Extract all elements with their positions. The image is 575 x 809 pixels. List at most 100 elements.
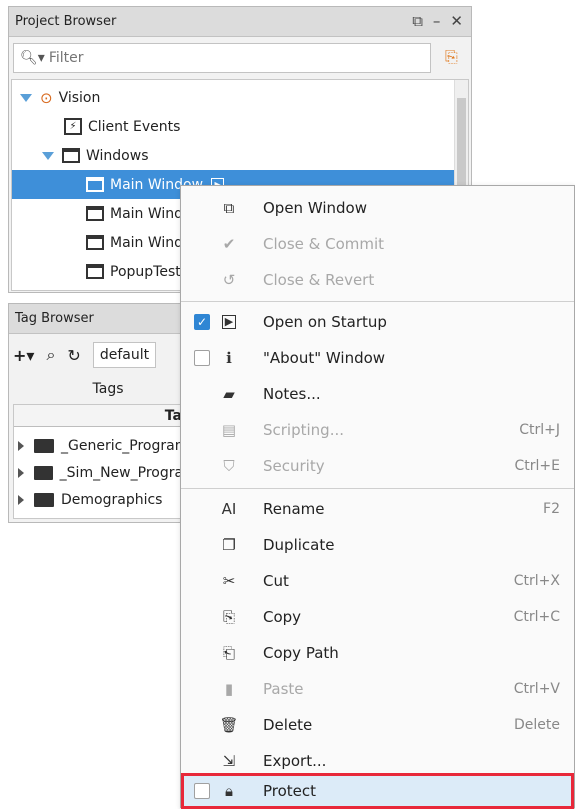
lock-icon: 🔒︎ bbox=[225, 782, 233, 800]
tag-browser-titlebar: Tag Browser bbox=[9, 304, 207, 334]
window-icon bbox=[86, 264, 104, 279]
tag-folder-label: Demographics bbox=[61, 491, 163, 508]
rename-icon: AI bbox=[221, 500, 237, 518]
menu-shortcut: Delete bbox=[514, 717, 560, 733]
menu-item-rename[interactable]: AI Rename F2 bbox=[181, 491, 574, 527]
tag-folder-label: _Generic_Programs bbox=[61, 437, 196, 454]
menu-item-cut[interactable]: ✂ Cut Ctrl+X bbox=[181, 563, 574, 599]
window-folder-icon bbox=[62, 148, 80, 163]
revert-icon: ↺ bbox=[222, 271, 236, 289]
shield-icon: ⛉ bbox=[223, 457, 235, 475]
close-icon[interactable]: ✕ bbox=[450, 12, 463, 30]
info-icon: ℹ bbox=[226, 349, 232, 367]
menu-label: Security bbox=[263, 457, 325, 475]
menu-item-duplicate[interactable]: ❐ Duplicate bbox=[181, 527, 574, 563]
tag-folder-sim-new-programs[interactable]: _Sim_New_Programs bbox=[14, 458, 204, 487]
client-events-icon: ⚡ bbox=[64, 118, 82, 135]
project-browser-titlebar: Project Browser ⧉ – ✕ bbox=[9, 7, 471, 37]
menu-label: Copy Path bbox=[263, 644, 339, 662]
menu-label: Open on Startup bbox=[263, 313, 387, 331]
minimize-icon[interactable]: – bbox=[433, 12, 441, 30]
open-window-icon: ⧉ bbox=[223, 199, 235, 217]
search-icon[interactable]: ⌕ bbox=[46, 345, 55, 365]
paste-icon: ▮ bbox=[224, 680, 234, 698]
menu-item-close-commit[interactable]: ✔ Close & Commit bbox=[181, 226, 574, 262]
menu-item-open-window[interactable]: ⧉ Open Window bbox=[181, 190, 574, 226]
menu-label: Copy bbox=[263, 608, 302, 626]
search-icon[interactable]: 🔍︎▾ bbox=[20, 50, 45, 66]
menu-label: Cut bbox=[263, 572, 289, 590]
folder-icon bbox=[34, 465, 53, 480]
scrollbar-thumb[interactable] bbox=[457, 98, 466, 190]
scissors-icon: ✂ bbox=[222, 572, 236, 590]
tree-label: Windows bbox=[86, 147, 149, 164]
copy-icon: ⎘ bbox=[222, 608, 235, 626]
tag-column-header[interactable]: Tag bbox=[14, 405, 204, 427]
float-icon[interactable]: ⧉ bbox=[412, 12, 423, 30]
tag-folder-demographics[interactable]: Demographics bbox=[14, 485, 204, 514]
link-icon[interactable]: ⎘ bbox=[445, 47, 458, 67]
menu-item-notes[interactable]: ▰ Notes... bbox=[181, 376, 574, 412]
export-icon: ⇲ bbox=[222, 752, 236, 770]
menu-label: "About" Window bbox=[263, 349, 386, 367]
refresh-icon[interactable]: ↻ bbox=[67, 346, 80, 365]
startup-checkbox[interactable]: ✓ bbox=[194, 314, 210, 330]
menu-shortcut: Ctrl+J bbox=[519, 422, 560, 438]
tree-label: Vision bbox=[58, 89, 101, 106]
menu-shortcut: Ctrl+V bbox=[513, 681, 560, 697]
tree-item-client-events[interactable]: ⚡ Client Events bbox=[12, 112, 468, 141]
trash-icon: 🗑︎ bbox=[219, 716, 239, 734]
menu-item-about-window[interactable]: ℹ "About" Window bbox=[181, 340, 574, 376]
menu-item-copy[interactable]: ⎘ Copy Ctrl+C bbox=[181, 599, 574, 635]
menu-label: Open Window bbox=[263, 199, 367, 217]
protect-checkbox[interactable] bbox=[194, 783, 210, 799]
check-circle-icon: ✔ bbox=[222, 235, 236, 253]
menu-shortcut: Ctrl+X bbox=[513, 573, 560, 589]
duplicate-icon: ❐ bbox=[222, 536, 236, 554]
tree-item-windows[interactable]: Windows bbox=[12, 141, 468, 170]
menu-item-protect[interactable]: 🔒︎ Protect bbox=[181, 773, 574, 809]
menu-shortcut: Ctrl+E bbox=[514, 458, 561, 474]
menu-label: Export... bbox=[263, 752, 327, 770]
about-window-checkbox[interactable] bbox=[194, 350, 210, 366]
menu-label: Close & Revert bbox=[263, 271, 375, 289]
filter-bar: 🔍︎▾ bbox=[13, 43, 431, 73]
menu-item-paste[interactable]: ▮ Paste Ctrl+V bbox=[181, 671, 574, 707]
provider-select[interactable]: default bbox=[92, 342, 157, 368]
menu-item-scripting[interactable]: ▤ Scripting... Ctrl+J bbox=[181, 412, 574, 448]
menu-item-copy-path[interactable]: ⎗ Copy Path bbox=[181, 635, 574, 671]
project-browser-title: Project Browser bbox=[15, 14, 117, 29]
menu-label: Protect bbox=[263, 782, 317, 800]
tags-tab[interactable]: Tags bbox=[13, 376, 203, 402]
tree-label: PopupTest bbox=[110, 263, 181, 280]
tag-table: Tag _Generic_Programs _Sim_New_Programs … bbox=[13, 404, 205, 519]
menu-item-delete[interactable]: 🗑︎ Delete Delete bbox=[181, 707, 574, 743]
expand-arrow-icon[interactable] bbox=[18, 467, 24, 478]
add-icon[interactable]: +▾ bbox=[13, 346, 34, 365]
expand-arrow-icon[interactable] bbox=[18, 494, 24, 505]
context-menu: ⧉ Open Window ✔ Close & Commit ↺ Close &… bbox=[180, 185, 575, 809]
window-icon bbox=[86, 206, 104, 221]
folder-icon bbox=[34, 438, 54, 453]
filter-input[interactable] bbox=[48, 50, 409, 66]
expand-arrow-icon[interactable] bbox=[42, 151, 54, 160]
expand-arrow-icon[interactable] bbox=[18, 440, 24, 451]
tag-browser-panel: Tag Browser +▾ ⌕ ↻ default Tags Tag _Gen… bbox=[8, 303, 208, 523]
menu-label: Close & Commit bbox=[263, 235, 385, 253]
menu-label: Paste bbox=[263, 680, 304, 698]
tag-folder-generic-programs[interactable]: _Generic_Programs bbox=[14, 431, 204, 460]
menu-shortcut: F2 bbox=[543, 501, 560, 517]
menu-separator bbox=[181, 488, 574, 489]
menu-separator bbox=[181, 301, 574, 302]
tree-item-vision[interactable]: ⊙ Vision bbox=[12, 83, 468, 112]
menu-item-close-revert[interactable]: ↺ Close & Revert bbox=[181, 262, 574, 298]
menu-item-security[interactable]: ⛉ Security Ctrl+E bbox=[181, 448, 574, 484]
menu-label: Duplicate bbox=[263, 536, 335, 554]
tag-browser-title: Tag Browser bbox=[15, 311, 94, 326]
expand-arrow-icon[interactable] bbox=[20, 93, 32, 102]
note-icon: ▰ bbox=[223, 385, 235, 403]
tree-label: Client Events bbox=[88, 118, 181, 135]
menu-item-open-on-startup[interactable]: ✓ ▶ Open on Startup bbox=[181, 304, 574, 340]
menu-label: Rename bbox=[263, 500, 325, 518]
folder-icon bbox=[34, 492, 54, 507]
